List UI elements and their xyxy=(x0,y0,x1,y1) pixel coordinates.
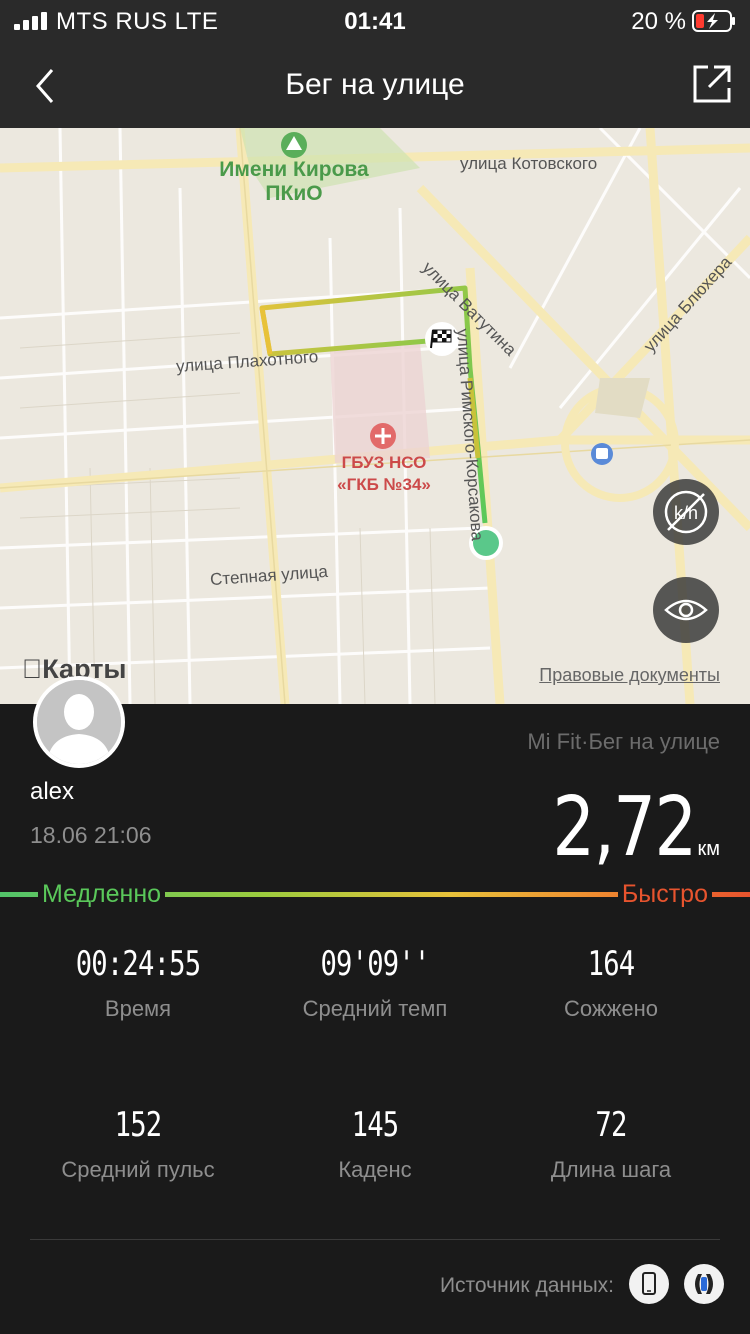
band-source-icon[interactable] xyxy=(684,1264,724,1304)
stat-average-pace: 09'09'' Средний темп xyxy=(250,944,500,1022)
battery-charging-icon xyxy=(692,10,735,32)
stat-value: 00:24:55 xyxy=(75,944,201,984)
stat-label: Средний пульс xyxy=(61,1157,215,1182)
stat-cadence: 145 Каденс xyxy=(250,1105,500,1183)
distance-unit: км xyxy=(697,838,721,860)
stat-average-heart-rate: 152 Средний пульс xyxy=(13,1105,263,1183)
phone-icon xyxy=(642,1272,656,1295)
fitness-band-icon xyxy=(695,1274,713,1294)
avatar xyxy=(33,676,125,768)
hospital-label: ГБУЗ НСО «ГКБ №34» xyxy=(337,453,431,494)
phone-source-icon[interactable] xyxy=(629,1264,669,1304)
park-label: Имени Кирова ПКиО xyxy=(219,158,369,205)
stat-label: Сожжено xyxy=(564,996,658,1021)
stat-value: 09'09'' xyxy=(320,944,430,984)
nav-bar: Бег на улице xyxy=(0,44,750,128)
stat-value: 164 xyxy=(587,944,636,984)
stat-label: Длина шага xyxy=(550,1157,672,1182)
legal-documents-link[interactable]: Правовые документы xyxy=(539,665,720,686)
user-silhouette-icon xyxy=(37,680,121,764)
distance: 2,72 км xyxy=(521,780,721,875)
distance-value: 2,72 xyxy=(552,780,697,875)
status-bar: MTS RUS LTE 01:41 20 % xyxy=(0,0,750,44)
km-markers-off-icon: k/n xyxy=(664,490,708,534)
divider xyxy=(30,1239,720,1240)
stat-value: 145 xyxy=(351,1105,400,1145)
activity-source: Mi Fit·Бег на улице xyxy=(527,729,720,754)
route-map[interactable]: Имени Кирова ПКиО улица Котовского улица… xyxy=(0,128,750,704)
activity-datetime: 18.06 21:06 xyxy=(30,822,152,848)
stat-label: Средний темп xyxy=(302,996,448,1021)
speed-slow-label: Медленно xyxy=(38,880,166,909)
stat-stride-length: 72 Длина шага xyxy=(486,1105,736,1183)
map-canvas xyxy=(0,128,750,704)
stat-time: 00:24:55 Время xyxy=(13,944,263,1022)
speed-fast-label: Быстро xyxy=(617,880,712,909)
data-source-label: Источник данных: xyxy=(439,1274,614,1297)
stat-label: Каденс xyxy=(338,1157,412,1182)
toggle-visibility-button[interactable] xyxy=(653,577,719,643)
stat-value: 152 xyxy=(114,1105,163,1145)
battery-percent: 20 % xyxy=(631,8,686,35)
share-icon[interactable] xyxy=(690,62,734,106)
apple-logo-icon:  xyxy=(22,654,42,684)
stat-value: 72 xyxy=(595,1105,627,1145)
page-title: Бег на улице xyxy=(285,68,465,101)
stat-label: Время xyxy=(104,996,172,1021)
stat-calories: 164 Сожжено xyxy=(486,944,736,1022)
street-label: улица Котовского xyxy=(460,154,598,173)
username: alex xyxy=(30,778,75,805)
hide-km-markers-button[interactable]: k/n xyxy=(653,479,719,545)
eye-icon xyxy=(664,599,708,621)
